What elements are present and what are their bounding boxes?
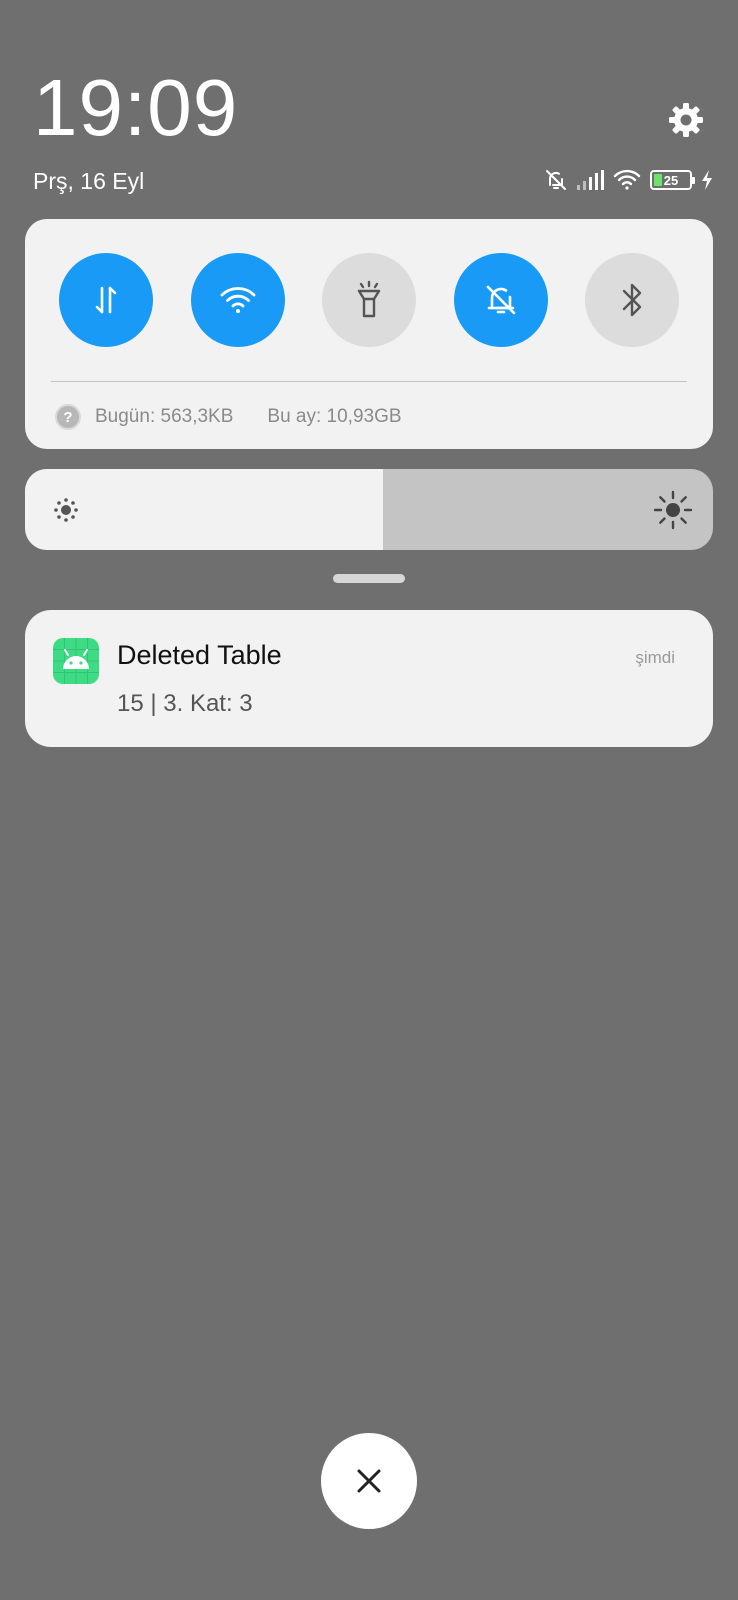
signal-icon [576, 170, 604, 190]
notification-time: şimdi [635, 648, 675, 667]
mobile-data-toggle[interactable] [59, 253, 153, 347]
android-icon [53, 638, 99, 684]
clear-notifications-button[interactable] [321, 1433, 417, 1529]
gear-icon[interactable] [666, 100, 706, 140]
brightness-high-icon [653, 490, 693, 535]
bluetooth-icon [622, 283, 642, 317]
brightness-low-icon [51, 495, 81, 530]
notification-title: Deleted Table [117, 640, 282, 670]
divider [51, 381, 687, 382]
date-label: Prş, 16 Eyl [33, 168, 145, 194]
bluetooth-toggle[interactable] [585, 253, 679, 347]
usage-today: Bugün: 563,3KB [95, 406, 234, 427]
charging-icon [700, 169, 714, 191]
flashlight-toggle[interactable] [322, 253, 416, 347]
wifi-icon [220, 287, 256, 313]
battery-level: 25 [663, 172, 679, 188]
wifi-icon [612, 168, 642, 192]
status-bar: 25 [544, 168, 714, 192]
clock-time[interactable]: 19:09 [33, 68, 238, 148]
notification-card[interactable]: Deleted Table şimdi 15 | 3. Kat: 3 [25, 610, 713, 747]
data-arrows-icon [95, 286, 117, 314]
wifi-toggle[interactable] [191, 253, 285, 347]
drag-handle[interactable] [333, 574, 405, 583]
silent-toggle[interactable] [454, 253, 548, 347]
notification-body: 15 | 3. Kat: 3 [117, 690, 253, 717]
bell-off-icon [544, 168, 568, 192]
close-icon [357, 1469, 381, 1493]
flashlight-icon [357, 280, 381, 318]
data-usage[interactable]: ? Bugün: 563,3KB Bu ay: 10,93GB [55, 402, 402, 432]
question-icon: ? [55, 404, 81, 430]
brightness-slider[interactable] [25, 469, 713, 550]
bell-off-icon [486, 285, 516, 315]
usage-month: Bu ay: 10,93GB [267, 406, 402, 427]
quick-settings-panel: ? Bugün: 563,3KB Bu ay: 10,93GB [25, 219, 713, 449]
battery-icon: 25 [650, 170, 695, 190]
